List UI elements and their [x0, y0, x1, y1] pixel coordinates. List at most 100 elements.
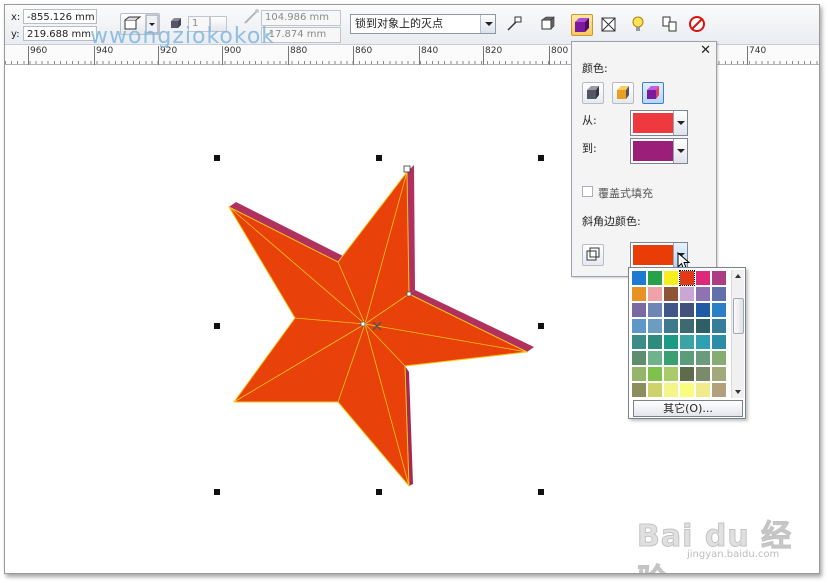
ruler-tick: 820 [482, 46, 503, 65]
ruler-tick: 800 [548, 46, 569, 65]
palette-color-cell[interactable] [631, 318, 647, 334]
close-icon[interactable]: ✕ [700, 43, 711, 58]
to-color-picker[interactable] [630, 138, 688, 164]
extrude-color-icon[interactable] [571, 14, 593, 36]
ruler-tick: 840 [418, 46, 439, 65]
palette-color-cell[interactable] [695, 270, 711, 286]
vanishing-point-combo[interactable]: 锁到对象上的灭点 [350, 14, 496, 34]
scroll-down-icon[interactable] [735, 390, 741, 394]
bevel-color-swatch [633, 245, 673, 265]
scroll-up-icon[interactable] [735, 274, 741, 278]
palette-color-cell[interactable] [631, 270, 647, 286]
palette-color-cell[interactable] [663, 350, 679, 366]
palette-color-cell[interactable] [663, 302, 679, 318]
clear-extrude-icon[interactable] [687, 14, 709, 36]
palette-color-cell[interactable] [647, 318, 663, 334]
palette-color-cell[interactable] [663, 270, 679, 286]
selection-handle[interactable] [538, 489, 544, 495]
bevel-use-fill-button[interactable] [582, 244, 604, 266]
scroll-thumb[interactable] [733, 298, 744, 334]
palette-color-cell[interactable] [695, 350, 711, 366]
palette-color-cell[interactable] [631, 350, 647, 366]
palette-color-cell[interactable] [679, 366, 695, 382]
use-object-fill-button[interactable] [582, 82, 604, 104]
vanishing-point-combo-label: 锁到对象上的灭点 [355, 17, 443, 30]
palette-color-cell[interactable] [711, 334, 727, 350]
palette-color-cell[interactable] [647, 366, 663, 382]
palette-color-cell[interactable] [663, 366, 679, 382]
site-watermark: wwongziokokok [90, 24, 276, 49]
copy-frame-icon [586, 247, 600, 261]
to-label: 到: [582, 142, 597, 155]
copy-extrude-icon[interactable] [660, 14, 682, 36]
palette-color-cell[interactable] [695, 318, 711, 334]
chevron-down-icon[interactable] [480, 15, 495, 33]
vanish-lock-icon[interactable] [504, 14, 526, 36]
other-colors-button[interactable]: 其它(O)... [633, 400, 743, 417]
palette-color-cell[interactable] [695, 286, 711, 302]
y-position-field[interactable]: y: 219.688 mm [11, 26, 101, 41]
use-color-shading-button[interactable] [642, 82, 664, 104]
selection-handle[interactable] [376, 155, 382, 161]
bevel-icon[interactable] [599, 14, 621, 36]
selection-handle[interactable] [214, 489, 220, 495]
palette-color-cell[interactable] [663, 382, 679, 398]
lighting-bulb-icon[interactable] [628, 14, 650, 36]
palette-color-cell[interactable] [695, 302, 711, 318]
y-label: y: [11, 29, 20, 40]
palette-scrollbar[interactable] [731, 270, 744, 398]
palette-color-cell[interactable] [647, 302, 663, 318]
baidu-jingyan-logo: Bai du 经验 jingyan.baidu.com [637, 511, 817, 574]
palette-color-cell[interactable] [711, 318, 727, 334]
palette-color-cell[interactable] [679, 350, 695, 366]
palette-color-cell[interactable] [695, 334, 711, 350]
palette-color-cell[interactable] [695, 366, 711, 382]
palette-color-cell[interactable] [679, 382, 695, 398]
overprint-label: 覆盖式填充 [598, 187, 653, 200]
palette-color-cell[interactable] [679, 270, 695, 286]
y-value[interactable]: 219.688 mm [23, 26, 97, 41]
palette-color-cell[interactable] [679, 318, 695, 334]
palette-color-cell[interactable] [679, 334, 695, 350]
bevel-color-label: 斜角边颜色: [582, 215, 641, 228]
selection-handle[interactable] [214, 155, 220, 161]
palette-color-cell[interactable] [631, 366, 647, 382]
color-palette-popup: 其它(O)... [628, 267, 746, 419]
x-value[interactable]: -855.126 mm [23, 9, 97, 24]
palette-color-cell[interactable] [647, 350, 663, 366]
palette-color-cell[interactable] [679, 302, 695, 318]
palette-color-cell[interactable] [711, 302, 727, 318]
color-label: 颜色: [582, 62, 608, 75]
palette-color-cell[interactable] [631, 302, 647, 318]
palette-color-cell[interactable] [663, 286, 679, 302]
palette-color-cell[interactable] [711, 270, 727, 286]
palette-color-cell[interactable] [647, 270, 663, 286]
from-color-picker[interactable] [630, 110, 688, 136]
ruler-tick: 880 [287, 46, 308, 65]
palette-color-cell[interactable] [711, 366, 727, 382]
palette-color-cell[interactable] [711, 350, 727, 366]
chevron-down-icon[interactable] [673, 111, 687, 135]
selection-handle[interactable] [538, 155, 544, 161]
overprint-checkbox[interactable] [582, 186, 593, 197]
selection-handle[interactable] [376, 489, 382, 495]
palette-color-cell[interactable] [647, 382, 663, 398]
rotate-extrude-icon[interactable] [538, 14, 560, 36]
palette-color-cell[interactable] [711, 382, 727, 398]
chevron-down-icon[interactable] [673, 139, 687, 163]
palette-color-cell[interactable] [631, 334, 647, 350]
palette-color-cell[interactable] [647, 334, 663, 350]
palette-color-cell[interactable] [695, 382, 711, 398]
palette-color-cell[interactable] [711, 286, 727, 302]
palette-color-cell[interactable] [631, 286, 647, 302]
x-position-field[interactable]: x: -855.126 mm [11, 9, 101, 24]
palette-color-cell[interactable] [679, 286, 695, 302]
palette-color-cell[interactable] [663, 334, 679, 350]
palette-color-cell[interactable] [663, 318, 679, 334]
palette-color-cell[interactable] [647, 286, 663, 302]
palette-color-cell[interactable] [631, 382, 647, 398]
from-color-swatch [633, 113, 673, 133]
selection-handle[interactable] [214, 323, 220, 329]
selection-handle[interactable] [538, 323, 544, 329]
use-solid-color-button[interactable] [612, 82, 634, 104]
